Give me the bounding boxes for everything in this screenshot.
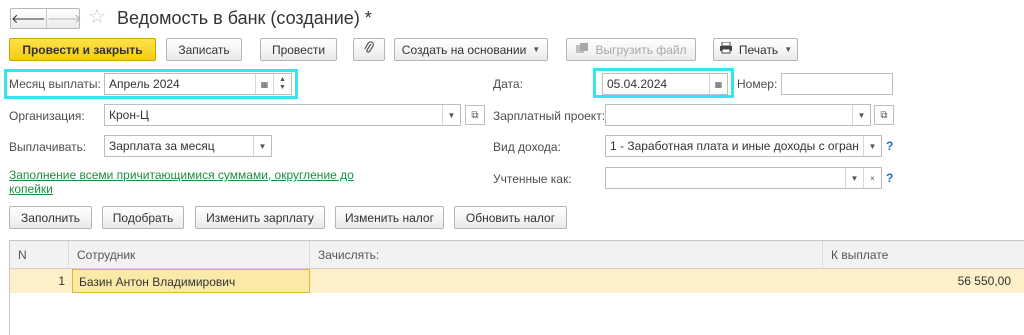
chevron-down-icon[interactable]: ▼ <box>442 105 460 125</box>
amount-cell[interactable]: 56 550,00 <box>823 269 1011 293</box>
table-header: N Сотрудник Зачислять: К выплате <box>10 241 1024 269</box>
salary-project-field[interactable]: ▼ <box>605 104 871 126</box>
post-and-close-button[interactable]: Провести и закрыть <box>9 38 156 61</box>
update-tax-button[interactable]: Обновить налог <box>454 206 567 229</box>
star-icon[interactable]: ☆ <box>88 6 106 28</box>
organization-label: Организация: <box>9 109 85 123</box>
row-number: 1 <box>58 274 65 288</box>
calendar-icon[interactable]: ▦ <box>255 74 273 94</box>
table-row[interactable]: 1 Базин Антон Владимирович 56 550,00 <box>10 269 1024 293</box>
date-value: 05.04.2024 <box>607 77 668 91</box>
number-label: Номер: <box>737 77 778 91</box>
salary-project-label: Зарплатный проект: <box>493 109 606 123</box>
income-type-label: Вид дохода: <box>493 140 561 154</box>
change-tax-button[interactable]: Изменить налог <box>335 206 444 229</box>
date-label: Дата: <box>493 77 523 91</box>
income-type-field[interactable]: 1 - Заработная плата и иные доходы с огр… <box>605 135 882 157</box>
column-header-employee[interactable]: Сотрудник <box>69 241 310 269</box>
paperclip-icon <box>363 41 375 58</box>
arrow-left-icon: 🡐 <box>11 10 46 26</box>
income-type-value: 1 - Заработная плата и иные доходы с огр… <box>610 139 859 153</box>
chevron-down-icon: ▼ <box>784 45 793 54</box>
open-icon[interactable]: ⧉ <box>465 105 485 125</box>
pay-value: Зарплата за месяц <box>109 139 215 153</box>
organization-value: Крон-Ц <box>109 108 149 122</box>
month-value: Апрель 2024 <box>109 77 180 91</box>
print-label: Печать <box>738 42 779 57</box>
chevron-down-icon[interactable]: ▼ <box>845 168 863 188</box>
create-based-on-button[interactable]: Создать на основании ▼ <box>394 38 548 61</box>
chevron-down-icon[interactable]: ▼ <box>253 136 271 156</box>
open-icon[interactable]: ⧉ <box>874 105 894 125</box>
column-header-amount[interactable]: К выплате <box>823 241 1024 269</box>
clear-icon[interactable]: × <box>863 168 881 188</box>
month-stepper[interactable]: ▲ ▼ <box>273 74 291 94</box>
page-title: Ведомость в банк (создание) * <box>117 8 372 28</box>
accounted-as-field[interactable]: ▼ × <box>605 167 882 189</box>
export-file-button[interactable]: Выгрузить файл <box>566 38 696 61</box>
change-salary-button[interactable]: Изменить зарплату <box>195 206 325 229</box>
column-header-credit[interactable]: Зачислять: <box>310 241 823 269</box>
back-button[interactable]: 🡐 <box>11 9 46 28</box>
export-icon <box>575 42 589 57</box>
number-field[interactable] <box>781 73 893 95</box>
fill-settings-link[interactable]: Заполнение всеми причитающимися суммами,… <box>9 168 369 196</box>
credit-cell[interactable] <box>310 269 823 293</box>
help-icon[interactable]: ? <box>886 171 893 185</box>
employee-cell[interactable]: Базин Антон Владимирович <box>72 269 310 293</box>
post-button[interactable]: Провести <box>260 38 337 61</box>
help-icon[interactable]: ? <box>886 139 893 153</box>
save-button[interactable]: Записать <box>166 38 242 61</box>
accounted-as-label: Учтенные как: <box>493 172 572 186</box>
pay-field[interactable]: Зарплата за месяц ▼ <box>104 135 272 157</box>
chevron-down-icon: ▼ <box>532 45 541 54</box>
month-label: Месяц выплаты: <box>9 77 101 91</box>
print-button[interactable]: Печать ▼ <box>713 38 798 61</box>
forward-button[interactable]: 🡒 <box>45 9 82 28</box>
employees-table: N Сотрудник Зачислять: К выплате 1 Базин… <box>9 240 1024 335</box>
column-header-n[interactable]: N <box>10 241 69 269</box>
date-field[interactable]: 05.04.2024 ▦ <box>602 73 728 95</box>
chevron-down-icon[interactable]: ▼ <box>852 105 870 125</box>
calendar-icon[interactable]: ▦ <box>709 74 727 94</box>
organization-field[interactable]: Крон-Ц ▼ <box>104 104 461 126</box>
select-button[interactable]: Подобрать <box>102 206 184 229</box>
fill-button[interactable]: Заполнить <box>9 206 92 229</box>
arrow-right-icon: 🡒 <box>46 10 82 26</box>
printer-icon <box>719 41 733 57</box>
create-based-on-label: Создать на основании <box>401 42 527 57</box>
attach-button[interactable] <box>353 38 385 61</box>
month-field[interactable]: Апрель 2024 ▦ ▲ ▼ <box>104 73 292 95</box>
chevron-down-icon[interactable]: ▼ <box>863 136 881 156</box>
navigation-buttons: 🡐 🡒 <box>10 8 82 29</box>
pay-label: Выплачивать: <box>9 140 87 154</box>
export-file-label: Выгрузить файл <box>595 42 687 57</box>
